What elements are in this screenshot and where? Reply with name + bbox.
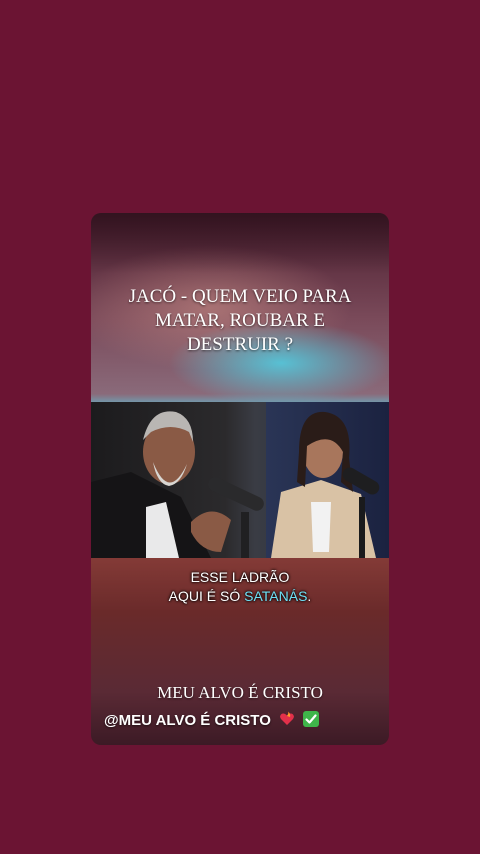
channel-title: MEU ALVO É CRISTO (157, 683, 323, 702)
subtitle-line-1: ESSE LADRÃO (190, 569, 290, 585)
video-card[interactable]: JACÓ - QUEM VEIO PARA MATAR, ROUBAR E DE… (91, 213, 389, 745)
video-title: JACÓ - QUEM VEIO PARA MATAR, ROUBAR E DE… (91, 285, 389, 357)
video-subtitles: ESSE LADRÃO AQUI É SÓ SATANÁS. (91, 568, 389, 606)
channel-handle-row[interactable]: @MEU ALVO É CRISTO (104, 711, 320, 729)
flaming-heart-icon (279, 711, 295, 727)
subtitle-suffix: . (307, 588, 312, 604)
subtitle-line-2: AQUI É SÓ SATANÁS. (91, 587, 389, 606)
video-frame[interactable] (91, 402, 389, 558)
title-line-1: JACÓ - QUEM VEIO PARA (128, 286, 352, 307)
subtitle-highlight: SATANÁS (244, 588, 308, 604)
title-line-2: MATAR, ROUBAR E (154, 310, 326, 331)
podcast-scene-image (91, 411, 380, 558)
title-line-3: DESTRUIR ? (186, 334, 294, 355)
subtitle-prefix: AQUI É SÓ (168, 588, 245, 604)
channel-handle[interactable]: @MEU ALVO É CRISTO (104, 712, 271, 729)
check-mark-icon (303, 711, 320, 727)
